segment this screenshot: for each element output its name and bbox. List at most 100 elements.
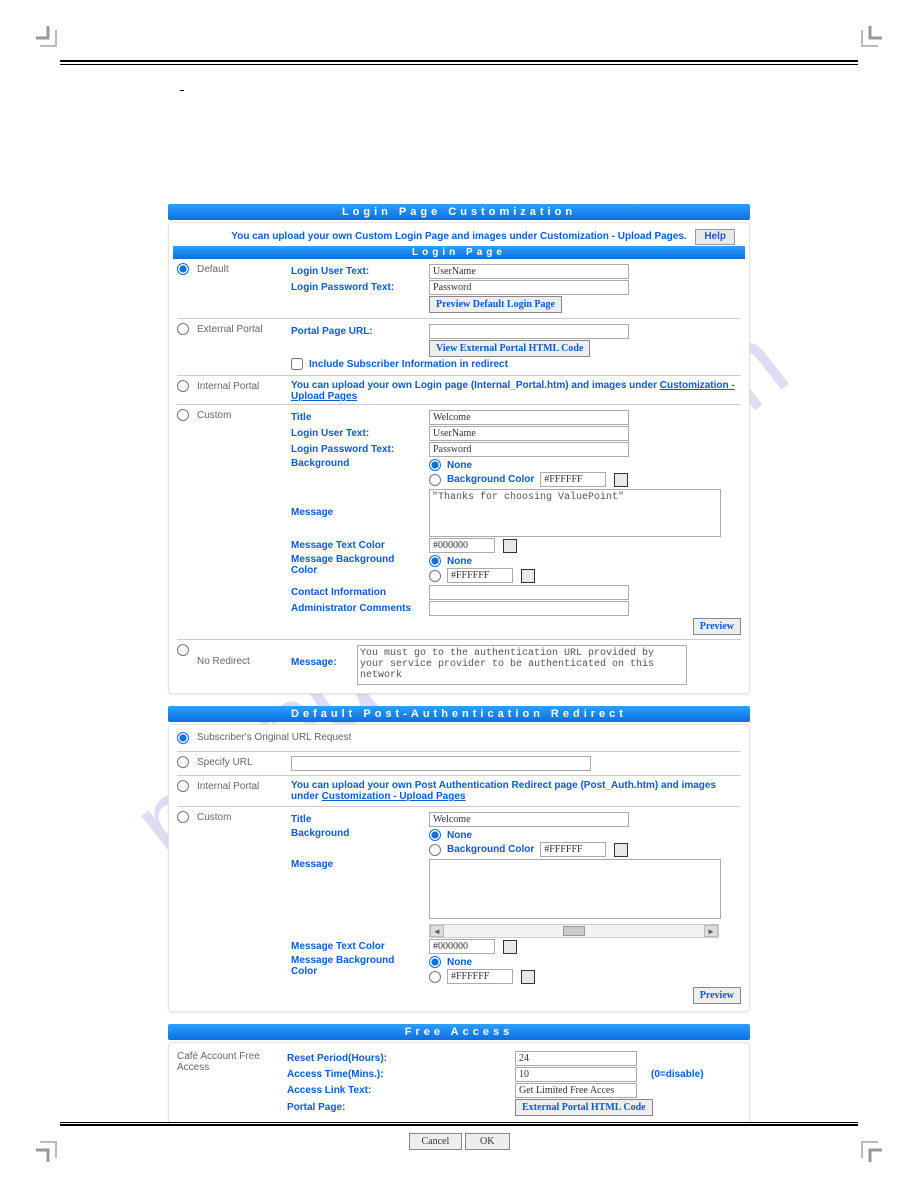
ok-button[interactable]: OK: [465, 1133, 509, 1150]
scroll-right-icon[interactable]: ►: [704, 925, 718, 937]
access-link-text-label: Access Link Text:: [287, 1085, 419, 1096]
bg-color-input[interactable]: [540, 472, 606, 487]
color-picker-icon[interactable]: [521, 970, 535, 984]
scroll-left-icon[interactable]: ◄: [430, 925, 444, 937]
upload-note: You can upload your own Custom Login Pag…: [177, 229, 741, 244]
radio-default[interactable]: [177, 263, 189, 275]
color-picker-icon[interactable]: [614, 473, 628, 487]
reset-period-label: Reset Period(Hours):: [287, 1053, 419, 1064]
login-user-text-input[interactable]: [429, 264, 629, 279]
cancel-button[interactable]: Cancel: [409, 1133, 463, 1150]
horizontal-scrollbar[interactable]: ◄ ►: [429, 924, 719, 938]
redirect-preview-button[interactable]: Preview: [693, 987, 741, 1004]
rmsgbg-color-input[interactable]: [447, 969, 513, 984]
redirect-msg-bg-color-label: Message Background Color: [291, 955, 423, 977]
corner-br-icon: [852, 1132, 882, 1162]
custom-background-label: Background: [291, 458, 423, 469]
redirect-message-textarea[interactable]: [429, 859, 721, 919]
redirect-customization-link[interactable]: Customization - Upload Pages: [322, 791, 466, 802]
redirect-original-row: Subscriber's Original URL Request: [177, 732, 741, 747]
radio-rbg-color[interactable]: [429, 844, 441, 856]
scroll-track[interactable]: [444, 926, 704, 936]
external-portal-html-button[interactable]: External Portal HTML Code: [515, 1099, 653, 1116]
custom-login-password-input[interactable]: [429, 442, 629, 457]
access-time-label: Access Time(Mins.):: [287, 1069, 419, 1080]
internal-note-text: You can upload your own Login page (Inte…: [291, 380, 660, 391]
option-external-label: External Portal: [197, 323, 287, 335]
radio-rmsgbg-none[interactable]: [429, 956, 441, 968]
radio-custom[interactable]: [177, 409, 189, 421]
custom-message-textarea[interactable]: [429, 489, 721, 537]
section-title: [180, 89, 184, 91]
redirect-msg-text-color-input[interactable]: [429, 939, 495, 954]
cafe-account-label: Café Account Free Access: [177, 1050, 283, 1073]
include-subscriber-label: Include Subscriber Information in redire…: [309, 359, 508, 370]
radio-external[interactable]: [177, 323, 189, 335]
view-external-portal-button[interactable]: View External Portal HTML Code: [429, 340, 590, 357]
radio-internal[interactable]: [177, 380, 189, 392]
bg-color-label: Background Color: [447, 474, 534, 485]
rbg-color-input[interactable]: [540, 842, 606, 857]
radio-rbg-none[interactable]: [429, 829, 441, 841]
subscriber-original-url-label: Subscriber's Original URL Request: [197, 732, 351, 743]
radio-bg-color[interactable]: [429, 474, 441, 486]
rbg-color-label: Background Color: [447, 844, 534, 855]
radio-bg-none[interactable]: [429, 459, 441, 471]
app-container: Login Page Customization You can upload …: [168, 204, 750, 1150]
custom-title-input[interactable]: [429, 410, 629, 425]
msg-text-color-input[interactable]: [429, 538, 495, 553]
portal-page-label: Portal Page:: [287, 1102, 419, 1113]
login-page-subheader: Login Page: [173, 246, 745, 259]
radio-redirect-internal[interactable]: [177, 780, 189, 792]
color-picker-icon[interactable]: [503, 539, 517, 553]
redirect-title-label: Title: [291, 814, 423, 825]
document-frame: Login Page Customization You can upload …: [60, 60, 858, 1128]
access-time-input[interactable]: [515, 1067, 637, 1082]
login-user-text-label: Login User Text:: [291, 266, 423, 277]
noredirect-message-textarea[interactable]: [357, 645, 687, 685]
custom-login-user-label: Login User Text:: [291, 428, 423, 439]
radio-original-url[interactable]: [177, 732, 189, 744]
specify-url-input[interactable]: [291, 756, 591, 771]
help-button[interactable]: Help: [695, 229, 735, 245]
custom-login-user-input[interactable]: [429, 426, 629, 441]
msgbg-color-input[interactable]: [447, 568, 513, 583]
scroll-thumb[interactable]: [563, 926, 585, 936]
access-link-text-input[interactable]: [515, 1083, 637, 1098]
divider: [177, 404, 741, 405]
option-external-row: External Portal Portal Page URL: View Ex…: [177, 323, 741, 371]
radio-msgbg-color[interactable]: [429, 570, 441, 582]
contact-info-input[interactable]: [429, 585, 629, 600]
redirect-title-input[interactable]: [429, 812, 629, 827]
radio-noredirect[interactable]: [177, 644, 189, 656]
radio-redirect-custom[interactable]: [177, 811, 189, 823]
redirect-internal-row: Internal Portal You can upload your own …: [177, 780, 741, 802]
preview-default-login-button[interactable]: Preview Default Login Page: [429, 296, 562, 313]
reset-period-input[interactable]: [515, 1051, 637, 1066]
color-picker-icon[interactable]: [614, 843, 628, 857]
msgbg-none-label: None: [447, 556, 472, 567]
redirect-message-label: Message: [291, 859, 423, 870]
radio-specify-url[interactable]: [177, 756, 189, 768]
contact-info-label: Contact Information: [291, 587, 423, 598]
radio-rmsgbg-color[interactable]: [429, 971, 441, 983]
radio-msgbg-none[interactable]: [429, 555, 441, 567]
custom-preview-button[interactable]: Preview: [693, 618, 741, 635]
custom-message-label: Message: [291, 489, 423, 518]
page-title-bar: Login Page Customization: [168, 204, 750, 220]
rmsgbg-none-label: None: [447, 957, 472, 968]
login-password-text-input[interactable]: [429, 280, 629, 295]
redirect-msg-text-color-label: Message Text Color: [291, 941, 423, 952]
include-subscriber-checkbox[interactable]: [291, 358, 303, 370]
free-access-row: Café Account Free Access Reset Period(Ho…: [177, 1050, 741, 1117]
color-picker-icon[interactable]: [521, 569, 535, 583]
form-buttons-row: Cancel OK: [168, 1133, 750, 1150]
admin-comments-input[interactable]: [429, 601, 629, 616]
divider: [177, 639, 741, 640]
corner-tl-icon: [36, 26, 66, 56]
color-picker-icon[interactable]: [503, 940, 517, 954]
top-rule: [60, 60, 858, 62]
msg-bg-color-label: Message Background Color: [291, 554, 423, 576]
portal-url-input[interactable]: [429, 324, 629, 339]
corner-bl-icon: [36, 1132, 66, 1162]
